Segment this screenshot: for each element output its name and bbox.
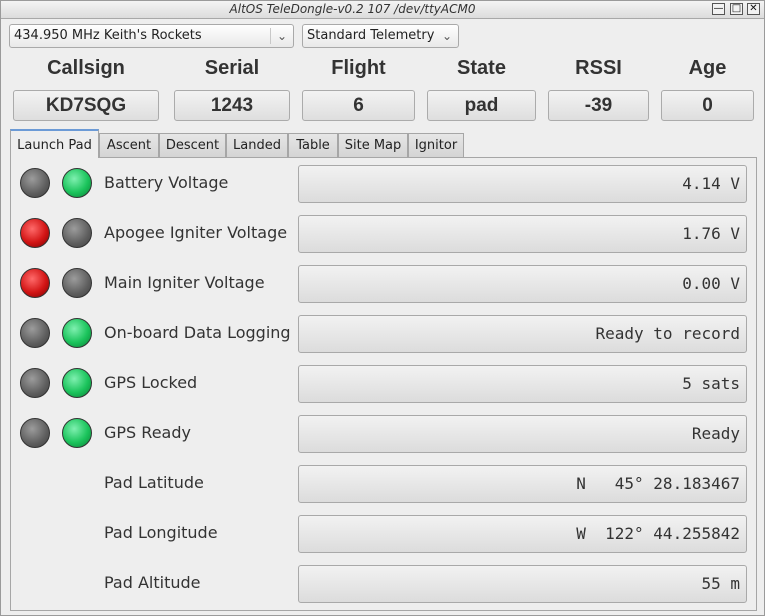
tab-site-map[interactable]: Site Map: [338, 133, 408, 157]
row-gps-locked: GPS Locked 5 sats: [11, 365, 756, 405]
minimize-icon[interactable]: —: [712, 3, 725, 15]
callsign-value: KD7SQG: [13, 90, 159, 121]
header-label-serial: Serial: [204, 57, 260, 79]
rssi-value: -39: [548, 90, 649, 121]
status-led-off: [20, 168, 50, 198]
telemetry-select[interactable]: Standard Telemetry ⌄: [302, 24, 459, 48]
header-label-state: State: [457, 57, 506, 79]
launch-pad-panel: Battery Voltage 4.14 V Apogee Igniter Vo…: [10, 157, 757, 611]
age-value: 0: [661, 90, 754, 121]
row-pad-latitude: Pad Latitude N 45° 28.183467: [11, 465, 756, 505]
status-led-off: [20, 318, 50, 348]
header-label-rssi: RSSI: [575, 57, 622, 79]
frequency-value: 434.950 MHz Keith's Rockets: [14, 28, 202, 43]
row-pad-longitude: Pad Longitude W 122° 44.255842: [11, 515, 756, 555]
row-pad-altitude: Pad Altitude 55 m: [11, 565, 756, 605]
tab-landed[interactable]: Landed: [226, 133, 288, 157]
header-label-flight: Flight: [331, 57, 386, 79]
row-label: GPS Locked: [104, 373, 198, 392]
chevron-down-icon[interactable]: ⌄: [271, 25, 293, 47]
battery-voltage-value: 4.14 V: [298, 165, 747, 203]
window-title: AltOS TeleDongle-v0.2 107 /dev/ttyACM0: [229, 2, 476, 16]
row-label: Apogee Igniter Voltage: [104, 223, 288, 242]
gps-ready-value: Ready: [298, 415, 747, 453]
row-battery-voltage: Battery Voltage 4.14 V: [11, 165, 756, 205]
chevron-down-icon[interactable]: ⌄: [436, 25, 458, 47]
tab-ignitor[interactable]: Ignitor: [408, 133, 464, 157]
row-label: Pad Latitude: [104, 473, 204, 492]
status-led-off: [62, 218, 92, 248]
row-label: Main Igniter Voltage: [104, 273, 265, 292]
row-label: On-board Data Logging: [104, 323, 291, 342]
row-label: Pad Longitude: [104, 523, 218, 542]
row-data-logging: On-board Data Logging Ready to record: [11, 315, 756, 355]
telemetry-value: Standard Telemetry: [307, 28, 435, 43]
close-icon[interactable]: ✕: [747, 3, 760, 15]
status-led-off: [62, 268, 92, 298]
main-igniter-voltage-value: 0.00 V: [298, 265, 747, 303]
row-main-igniter-voltage: Main Igniter Voltage 0.00 V: [11, 265, 756, 305]
status-led-red: [20, 218, 50, 248]
app-window: AltOS TeleDongle-v0.2 107 /dev/ttyACM0 —…: [0, 0, 765, 616]
header-label-callsign: Callsign: [47, 57, 125, 79]
row-label: Battery Voltage: [104, 173, 229, 192]
row-gps-ready: GPS Ready Ready: [11, 415, 756, 455]
header-label-age: Age: [688, 57, 727, 79]
status-led-off: [20, 418, 50, 448]
flight-value: 6: [302, 90, 415, 121]
status-led-green: [62, 168, 92, 198]
row-label: GPS Ready: [104, 423, 191, 442]
apogee-igniter-voltage-value: 1.76 V: [298, 215, 747, 253]
frequency-select[interactable]: 434.950 MHz Keith's Rockets ⌄: [9, 24, 294, 48]
status-led-green: [62, 318, 92, 348]
pad-latitude-value: N 45° 28.183467: [298, 465, 747, 503]
tab-ascent[interactable]: Ascent: [99, 133, 159, 157]
tab-launch-pad[interactable]: Launch Pad: [10, 129, 99, 158]
pad-altitude-value: 55 m: [298, 565, 747, 603]
tab-descent[interactable]: Descent: [159, 133, 226, 157]
status-led-off: [20, 368, 50, 398]
status-led-green: [62, 368, 92, 398]
title-bar[interactable]: AltOS TeleDongle-v0.2 107 /dev/ttyACM0 —…: [1, 1, 764, 19]
status-led-green: [62, 418, 92, 448]
tab-table[interactable]: Table: [288, 133, 338, 157]
row-apogee-igniter-voltage: Apogee Igniter Voltage 1.76 V: [11, 215, 756, 255]
data-logging-value: Ready to record: [298, 315, 747, 353]
state-value: pad: [427, 90, 536, 121]
row-label: Pad Altitude: [104, 573, 201, 592]
status-led-red: [20, 268, 50, 298]
gps-locked-value: 5 sats: [298, 365, 747, 403]
pad-longitude-value: W 122° 44.255842: [298, 515, 747, 553]
maximize-icon[interactable]: □: [730, 3, 743, 15]
serial-value: 1243: [174, 90, 290, 121]
